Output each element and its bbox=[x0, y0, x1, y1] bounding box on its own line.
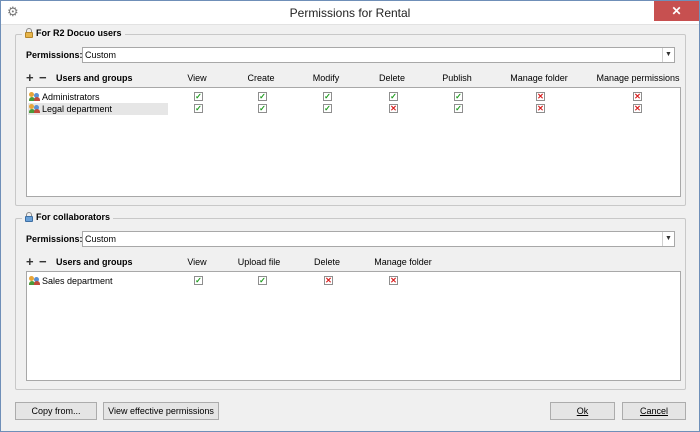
column-view: View bbox=[187, 257, 207, 267]
r2-users-legend-text: For R2 Docuo users bbox=[36, 28, 122, 38]
user-name[interactable]: Legal department bbox=[28, 103, 168, 115]
copy-from-button[interactable]: Copy from... bbox=[15, 402, 97, 420]
r2-users-legend: For R2 Docuo users bbox=[22, 28, 125, 38]
collab-grid-header: + − Users and groups View Upload file De… bbox=[26, 255, 681, 271]
upload-file-checkbox[interactable]: ✓ bbox=[258, 276, 267, 285]
modify-checkbox[interactable]: ✓ bbox=[323, 104, 332, 113]
remove-icon[interactable]: − bbox=[39, 71, 47, 84]
close-button[interactable]: ✕ bbox=[654, 1, 699, 21]
view-checkbox[interactable]: ✓ bbox=[194, 104, 203, 113]
column-view: View bbox=[187, 73, 207, 83]
user-name[interactable]: Sales department bbox=[28, 275, 168, 287]
r2-users-grid[interactable]: Administrators ✓ ✓ ✓ ✓ ✓ ✕ ✕ Legal depar… bbox=[26, 87, 681, 197]
column-manage-folder: Manage folder bbox=[510, 73, 568, 83]
manage-folder-checkbox[interactable]: ✕ bbox=[389, 276, 398, 285]
chevron-down-icon[interactable]: ▼ bbox=[662, 48, 674, 62]
manage-permissions-checkbox[interactable]: ✕ bbox=[633, 92, 642, 101]
modify-checkbox[interactable]: ✓ bbox=[323, 92, 332, 101]
cancel-button[interactable]: Cancel bbox=[622, 402, 686, 420]
collaborators-grid[interactable]: Sales department ✓ ✓ ✕ ✕ bbox=[26, 271, 681, 381]
column-manage-permissions: Manage permissions bbox=[596, 73, 680, 83]
collaborators-legend: For collaborators bbox=[22, 212, 114, 222]
title-bar: ⚙ Permissions for Rental ✕ bbox=[1, 1, 699, 25]
ok-button-label: Ok bbox=[576, 406, 589, 416]
group-icon bbox=[29, 92, 41, 102]
column-delete: Delete bbox=[313, 257, 340, 267]
column-delete: Delete bbox=[378, 73, 405, 83]
lock-icon bbox=[25, 212, 33, 222]
column-users-and-groups: Users and groups bbox=[56, 257, 133, 267]
r2-users-group: For R2 Docuo users Permissions: Custom ▼… bbox=[15, 28, 686, 206]
view-checkbox[interactable]: ✓ bbox=[194, 276, 203, 285]
create-checkbox[interactable]: ✓ bbox=[258, 92, 267, 101]
manage-folder-checkbox[interactable]: ✕ bbox=[536, 92, 545, 101]
delete-checkbox[interactable]: ✕ bbox=[324, 276, 333, 285]
window-title: Permissions for Rental bbox=[289, 6, 411, 20]
r2-permissions-value: Custom bbox=[85, 50, 117, 60]
r2-permissions-row: Permissions: Custom ▼ bbox=[26, 47, 675, 63]
column-upload-file: Upload file bbox=[237, 257, 281, 267]
user-name-label: Sales department bbox=[42, 276, 113, 286]
add-icon[interactable]: + bbox=[26, 71, 34, 84]
publish-checkbox[interactable]: ✓ bbox=[454, 104, 463, 113]
cancel-button-label: Cancel bbox=[639, 406, 668, 416]
column-users-and-groups: Users and groups bbox=[56, 73, 133, 83]
manage-folder-checkbox[interactable]: ✕ bbox=[536, 104, 545, 113]
user-name[interactable]: Administrators bbox=[28, 91, 168, 103]
column-manage-folder: Manage folder bbox=[374, 257, 432, 267]
permissions-dialog: ⚙ Permissions for Rental ✕ For R2 Docuo … bbox=[0, 0, 700, 432]
group-icon bbox=[29, 276, 41, 286]
r2-grid-header: + − Users and groups View Create Modify … bbox=[26, 71, 681, 87]
column-create: Create bbox=[247, 73, 275, 83]
column-publish: Publish bbox=[442, 73, 472, 83]
chevron-down-icon[interactable]: ▼ bbox=[662, 232, 674, 246]
user-name-label: Administrators bbox=[42, 92, 100, 102]
create-checkbox[interactable]: ✓ bbox=[258, 104, 267, 113]
delete-checkbox[interactable]: ✓ bbox=[389, 92, 398, 101]
publish-checkbox[interactable]: ✓ bbox=[454, 92, 463, 101]
delete-checkbox[interactable]: ✕ bbox=[389, 104, 398, 113]
remove-icon[interactable]: − bbox=[39, 255, 47, 268]
table-row[interactable]: Administrators ✓ ✓ ✓ ✓ ✓ ✕ ✕ bbox=[28, 91, 681, 103]
r2-permissions-label: Permissions: bbox=[26, 50, 83, 60]
view-checkbox[interactable]: ✓ bbox=[194, 92, 203, 101]
column-modify: Modify bbox=[312, 73, 340, 83]
table-row[interactable]: Legal department ✓ ✓ ✓ ✕ ✓ ✕ ✕ bbox=[28, 103, 681, 115]
manage-permissions-checkbox[interactable]: ✕ bbox=[633, 104, 642, 113]
group-icon bbox=[29, 104, 41, 114]
collaborators-group: For collaborators Permissions: Custom ▼ … bbox=[15, 212, 686, 390]
lock-icon bbox=[25, 28, 33, 38]
collab-permissions-row: Permissions: Custom ▼ bbox=[26, 231, 675, 247]
add-icon[interactable]: + bbox=[26, 255, 34, 268]
collaborators-legend-text: For collaborators bbox=[36, 212, 111, 222]
collab-permissions-value: Custom bbox=[85, 234, 117, 244]
user-name-label: Legal department bbox=[42, 104, 113, 114]
collab-permissions-select[interactable]: Custom ▼ bbox=[82, 231, 675, 247]
view-effective-permissions-button[interactable]: View effective permissions bbox=[103, 402, 219, 420]
r2-permissions-select[interactable]: Custom ▼ bbox=[82, 47, 675, 63]
table-row[interactable]: Sales department ✓ ✓ ✕ ✕ bbox=[28, 275, 681, 287]
ok-button[interactable]: Ok bbox=[550, 402, 615, 420]
collab-permissions-label: Permissions: bbox=[26, 234, 83, 244]
